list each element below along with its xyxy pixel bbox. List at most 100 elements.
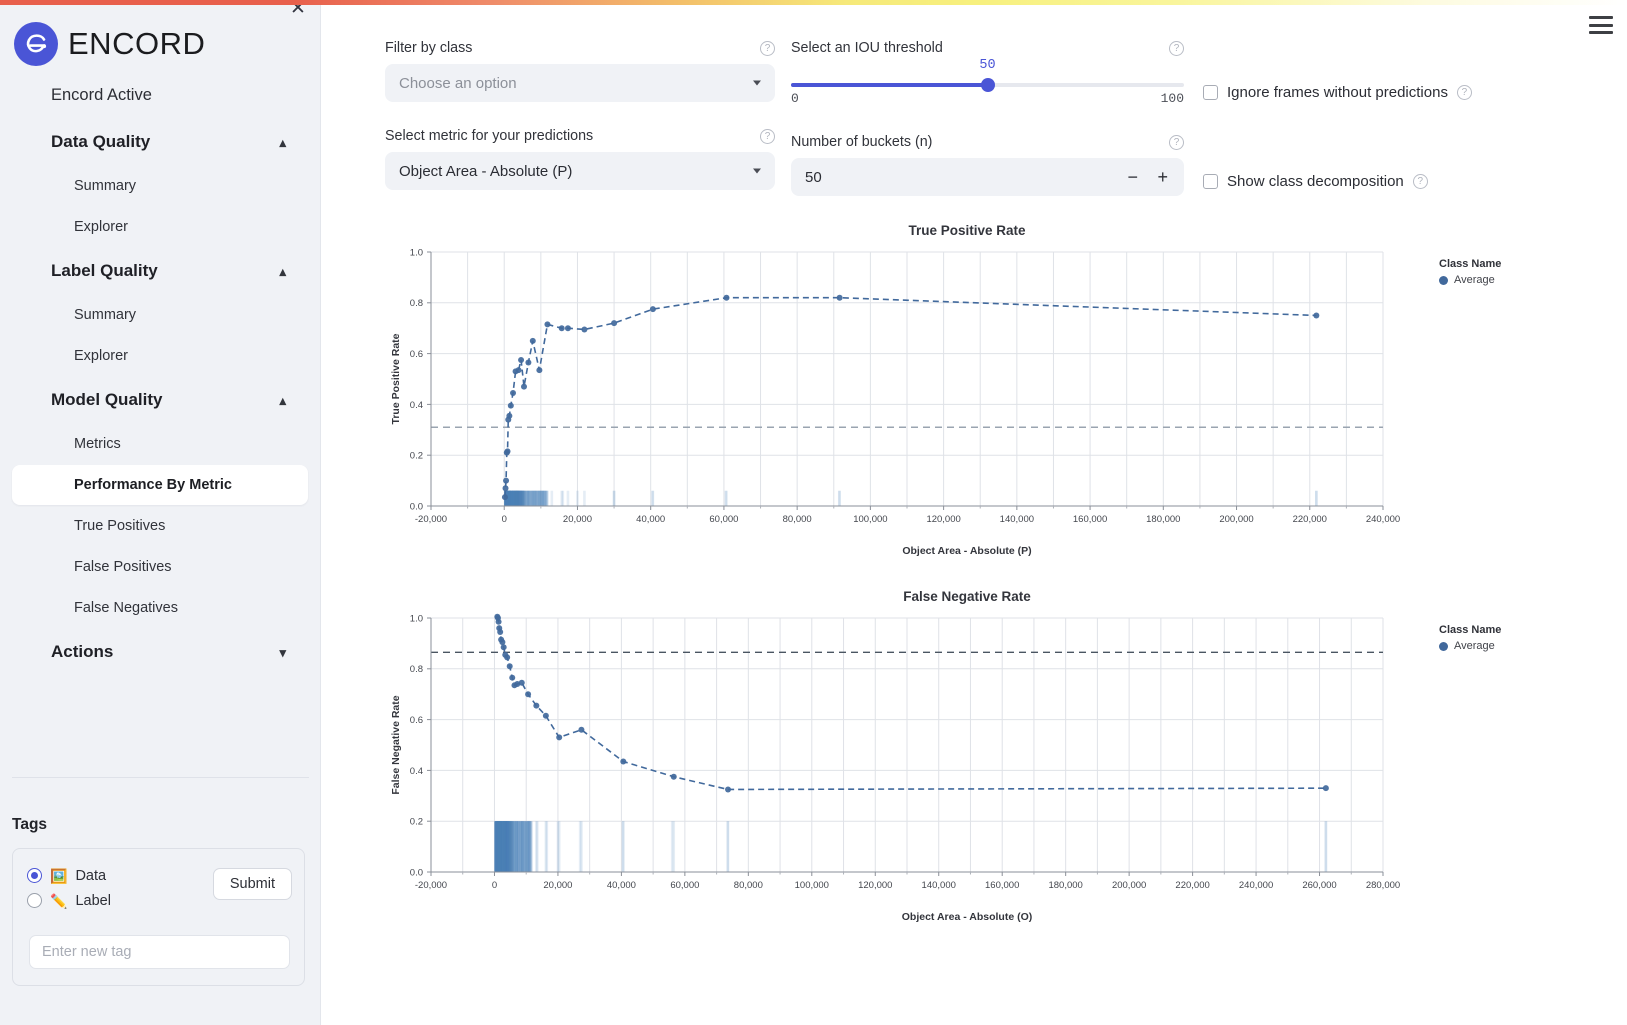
svg-text:140,000: 140,000: [1000, 514, 1034, 525]
filter-by-class-value: Choose an option: [399, 74, 517, 92]
iou-threshold-max: 100: [1160, 91, 1184, 106]
svg-text:0.8: 0.8: [410, 298, 423, 309]
svg-text:200,000: 200,000: [1219, 514, 1253, 525]
svg-text:0.2: 0.2: [410, 817, 423, 828]
buckets-value: 50: [805, 168, 822, 186]
iou-threshold-min: 0: [791, 91, 799, 106]
sidebar-item-true-positives[interactable]: True Positives: [12, 506, 308, 546]
help-circle-icon[interactable]: [1169, 40, 1184, 56]
controls-column-middle: Select an IOU threshold 50 0 100 Number …: [791, 40, 1184, 196]
plot-svg-holder: -20,000 0 20,000 40,000 60,000 80,000 100,000 1…: [385, 240, 1549, 545]
sidebar-item-metrics[interactable]: Metrics: [12, 424, 308, 464]
help-circle-icon[interactable]: [760, 128, 775, 144]
sidebar-item-explorer[interactable]: Explorer: [12, 207, 308, 247]
sidebar-nav: Encord ActiveData QualitySummaryExplorer…: [0, 66, 320, 675]
iou-threshold-label-row: Select an IOU threshold: [791, 40, 1184, 56]
sidebar-section-label-quality[interactable]: Label Quality: [12, 248, 308, 294]
controls-panel: Filter by class Choose an option Select …: [385, 40, 1549, 225]
svg-text:20,000: 20,000: [563, 514, 592, 525]
tags-heading: Tags: [12, 816, 48, 833]
sidebar-item-false-positives[interactable]: False Positives: [12, 547, 308, 587]
svg-text:0.6: 0.6: [410, 349, 423, 360]
chevron-up-icon: [279, 265, 286, 278]
legend-color-dot: [1439, 275, 1448, 285]
hamburger-line: [1589, 31, 1613, 34]
image-icon: 🖼️: [50, 867, 68, 884]
buckets-stepper[interactable]: 50 − +: [791, 158, 1184, 196]
submit-button[interactable]: Submit: [212, 868, 292, 900]
svg-text:0.0: 0.0: [410, 501, 423, 512]
svg-text:200,000: 200,000: [1112, 880, 1146, 891]
svg-text:40,000: 40,000: [636, 514, 665, 525]
ignore-frames-checkbox[interactable]: [1203, 85, 1218, 100]
svg-text:40,000: 40,000: [607, 880, 636, 891]
sidebar-divider: [12, 777, 309, 778]
sidebar-item-performance-by-metric[interactable]: Performance By Metric: [12, 465, 308, 505]
sidebar-section-actions[interactable]: Actions: [12, 629, 308, 675]
tags-panel: 🖼️ Data ✏️ Label Submit: [12, 848, 305, 986]
class-decomposition-label: Show class decomposition: [1227, 173, 1404, 190]
svg-text:0: 0: [492, 880, 497, 891]
svg-text:-20,000: -20,000: [415, 514, 447, 525]
controls-column-right: Ignore frames without predictions Show c…: [1203, 40, 1549, 190]
hamburger-icon[interactable]: [1589, 16, 1613, 34]
help-circle-icon[interactable]: [1456, 85, 1472, 100]
svg-text:120,000: 120,000: [858, 880, 892, 891]
metric-select-value: Object Area - Absolute (P): [399, 162, 573, 180]
radio-data[interactable]: [27, 868, 42, 883]
svg-text:-20,000: -20,000: [415, 880, 447, 891]
sidebar-section-label: Data Quality: [51, 132, 151, 151]
sidebar-item-explorer[interactable]: Explorer: [12, 336, 308, 376]
help-circle-icon[interactable]: [1169, 134, 1184, 150]
chevron-down-icon: [279, 646, 286, 659]
help-circle-icon[interactable]: [1412, 174, 1428, 189]
ignore-frames-row[interactable]: Ignore frames without predictions: [1203, 84, 1549, 101]
sidebar-item-summary[interactable]: Summary: [12, 295, 308, 335]
plot-svg-holder: -20,000 0 20,000 40,000 60,000 80,000 100,000 1…: [385, 606, 1549, 911]
sidebar: ✕ ENCORD Encord ActiveData QualitySummar…: [0, 0, 321, 1025]
svg-text:0.4: 0.4: [410, 400, 423, 411]
svg-text:20,000: 20,000: [543, 880, 572, 891]
class-decomposition-checkbox[interactable]: [1203, 174, 1218, 189]
sidebar-item-encord-active[interactable]: Encord Active: [12, 72, 308, 119]
new-tag-input[interactable]: [29, 935, 290, 969]
legend-series-name: Average: [1454, 640, 1495, 652]
sidebar-item-false-negatives[interactable]: False Negatives: [12, 588, 308, 628]
iou-threshold-label: Select an IOU threshold: [791, 40, 943, 56]
chart-true-positive-rate: True Positive Rate -20,000 0 20,000 40,000 6…: [385, 223, 1549, 557]
buckets-decrement-button[interactable]: −: [1127, 168, 1138, 186]
sidebar-section-model-quality[interactable]: Model Quality: [12, 377, 308, 423]
radio-label[interactable]: [27, 893, 42, 908]
svg-text:0.8: 0.8: [410, 664, 423, 675]
svg-text:100,000: 100,000: [853, 514, 887, 525]
buckets-increment-button[interactable]: +: [1157, 168, 1168, 186]
pencil-icon: ✏️: [50, 892, 68, 909]
class-decomposition-row[interactable]: Show class decomposition: [1203, 173, 1549, 190]
sidebar-item-summary[interactable]: Summary: [12, 166, 308, 206]
chart-title: True Positive Rate: [908, 223, 1026, 238]
hamburger-line: [1589, 23, 1613, 27]
iou-threshold-slider[interactable]: 50 0 100: [791, 58, 1184, 106]
svg-text:False Negative Rate: False Negative Rate: [390, 695, 402, 794]
svg-text:120,000: 120,000: [926, 514, 960, 525]
sidebar-section-label: Model Quality: [51, 390, 163, 409]
slider-thumb[interactable]: [980, 78, 995, 92]
filter-by-class-label-row: Filter by class: [385, 40, 775, 56]
ignore-frames-label: Ignore frames without predictions: [1227, 84, 1448, 101]
svg-text:240,000: 240,000: [1366, 514, 1400, 525]
svg-text:280,000: 280,000: [1366, 880, 1400, 891]
help-circle-icon[interactable]: [760, 40, 775, 56]
brand-logo-group: ENCORD: [0, 0, 320, 66]
legend-item[interactable]: Average: [1439, 274, 1559, 286]
encord-logo-icon: [14, 22, 58, 66]
sidebar-section-data-quality[interactable]: Data Quality: [12, 119, 308, 165]
metric-select[interactable]: Object Area - Absolute (P): [385, 152, 775, 190]
svg-text:0.0: 0.0: [410, 867, 423, 878]
filter-by-class-select[interactable]: Choose an option: [385, 64, 775, 102]
slider-fill: [791, 83, 988, 87]
tag-option-label-label: Label: [75, 892, 111, 909]
main-content: Filter by class Choose an option Select …: [321, 5, 1627, 1025]
hamburger-line: [1589, 16, 1613, 19]
svg-text:80,000: 80,000: [734, 880, 763, 891]
legend-item[interactable]: Average: [1439, 640, 1559, 652]
